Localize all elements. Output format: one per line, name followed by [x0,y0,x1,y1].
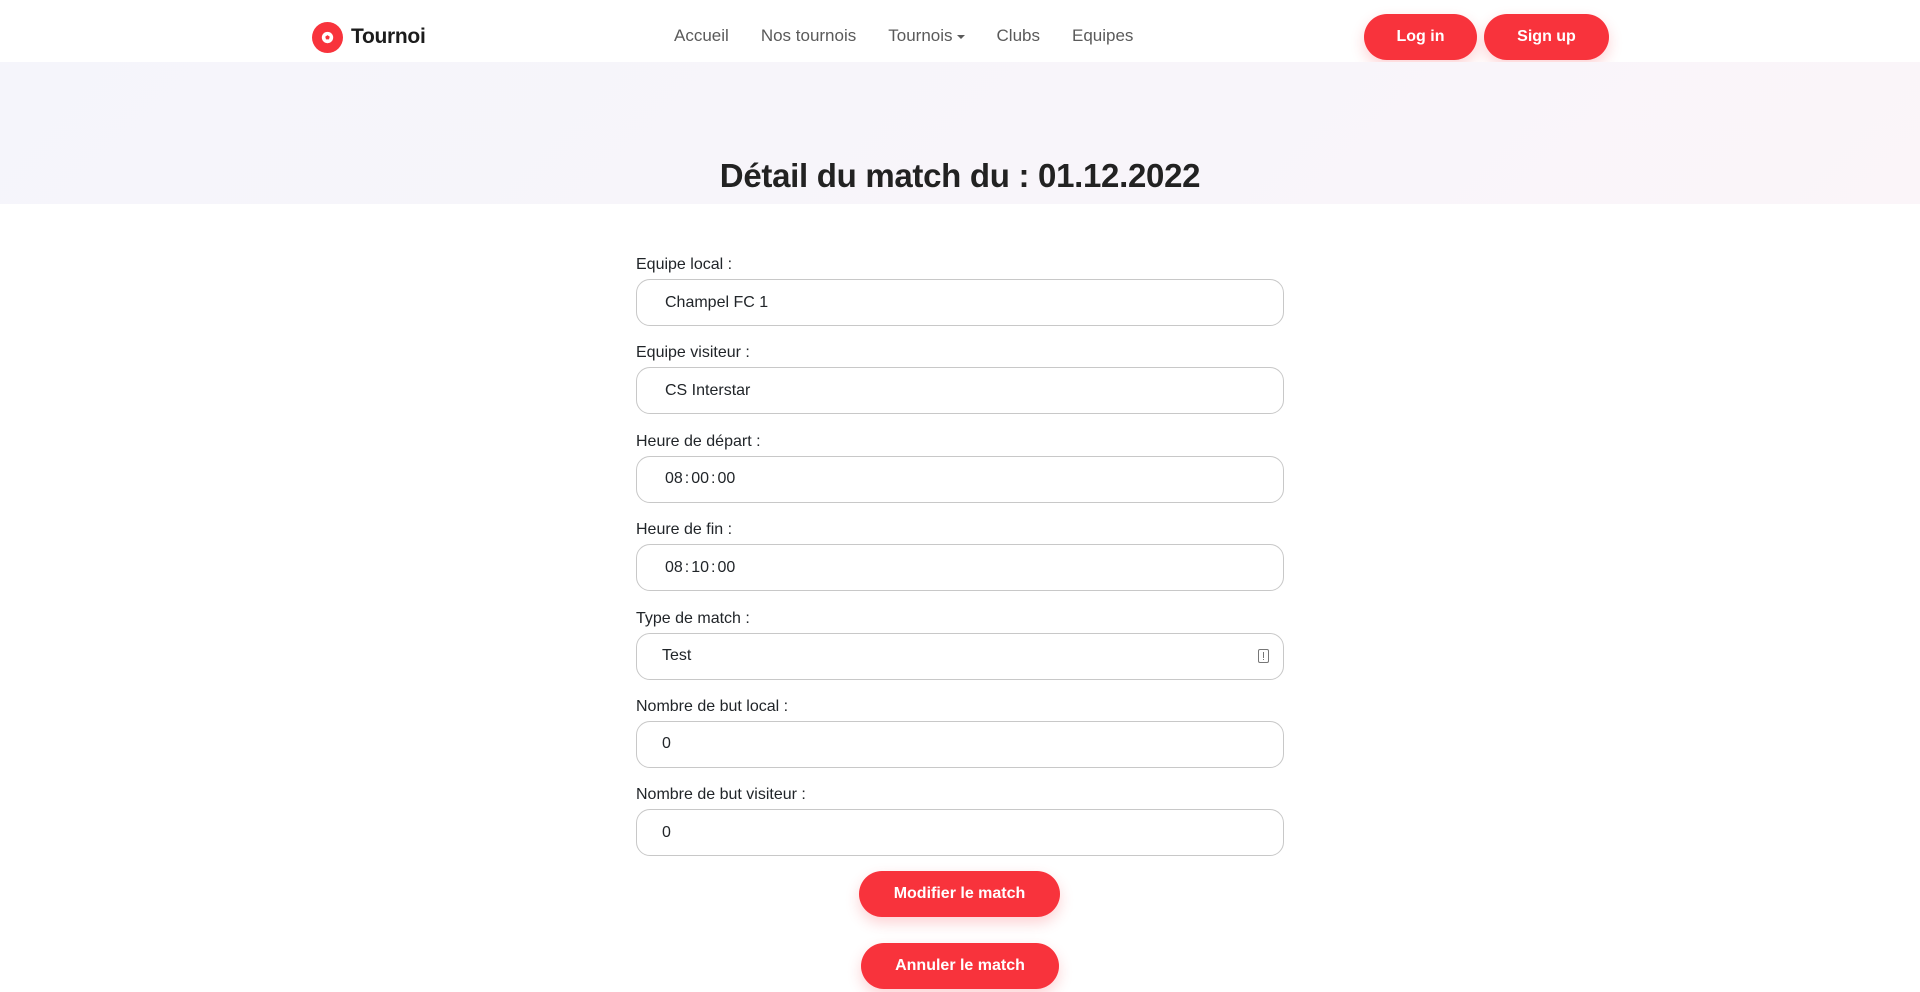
football-icon [312,21,343,53]
home-goals-input[interactable] [636,720,1284,768]
nav-clubs[interactable]: Clubs [981,26,1056,46]
start-time-hours[interactable]: 08 [665,470,683,488]
away-team-label: Equipe visiteur : [636,344,750,362]
cancel-match-button[interactable]: Annuler le match [861,943,1059,989]
caret-down-icon [956,35,965,39]
end-time-seconds[interactable]: 00 [718,559,736,577]
nav-equipes-label: Equipes [1071,26,1134,45]
home-goals-field: Nombre de but local : [636,697,1284,785]
match-detail-form: Equipe local : Equipe visiteur : Heure d… [636,255,1284,874]
end-time-label: Heure de fin : [636,521,733,539]
match-type-select[interactable]: Test [636,632,1284,680]
start-time-input[interactable]: 08:00:00 [636,455,1284,503]
home-team-input[interactable] [636,279,1284,326]
start-time-label: Heure de départ : [636,432,761,450]
home-goals-label: Nombre de but local : [636,697,789,715]
nav-equipes[interactable]: Equipes [1056,26,1149,46]
nav-nos-tournois-label: Nos tournois [760,26,857,45]
nav-tournois-label: Tournois [888,26,953,45]
time-separator: : [684,470,690,488]
end-time-input[interactable]: 08:10:00 [636,544,1284,592]
home-team-field: Equipe local : [636,255,1284,343]
signup-button[interactable]: Sign up [1484,14,1609,60]
time-separator: : [711,470,716,488]
away-team-field: Equipe visiteur : [636,343,1284,431]
match-type-select-wrap: Test [636,632,1284,680]
login-button[interactable]: Log in [1364,14,1477,60]
home-team-label: Equipe local : [636,256,733,273]
nav-clubs-label: Clubs [996,26,1040,45]
end-time-field: Heure de fin : 08:10:00 [636,520,1284,608]
brand-link[interactable]: Tournoi [312,20,426,54]
start-time-field: Heure de départ : 08:00:00 [636,432,1284,520]
auth-buttons: Log in Sign up [1364,14,1609,60]
time-separator: : [711,558,716,576]
match-type-label: Type de match : [636,609,750,627]
nav-accueil-label: Accueil [674,26,729,45]
away-goals-label: Nombre de but visiteur : [636,786,806,804]
nav-tournois-dropdown[interactable]: Tournois [872,26,980,46]
top-navbar: Tournoi Accueil Nos tournois Tournois Cl… [0,0,1920,62]
away-team-input[interactable] [636,367,1284,415]
match-type-field: Type de match : Test [636,609,1284,697]
start-time-seconds[interactable]: 00 [718,470,736,488]
time-separator: : [684,558,690,576]
nav-nos-tournois[interactable]: Nos tournois [745,26,872,46]
end-time-minutes[interactable]: 10 [691,559,709,577]
modify-match-button[interactable]: Modifier le match [859,871,1060,917]
select-list-icon[interactable] [1258,648,1269,663]
end-time-hours[interactable]: 08 [665,559,683,577]
start-time-minutes[interactable]: 00 [691,470,709,488]
away-goals-field: Nombre de but visiteur : [636,785,1284,873]
nav-accueil[interactable]: Accueil [674,26,745,46]
page-title: Détail du match du : 01.12.2022 [719,157,1201,194]
away-goals-input[interactable] [636,809,1284,857]
brand-name: Tournoi [351,25,426,48]
main-nav: Accueil Nos tournois Tournois Clubs Equi… [674,26,1149,46]
match-type-value: Test [662,647,692,665]
